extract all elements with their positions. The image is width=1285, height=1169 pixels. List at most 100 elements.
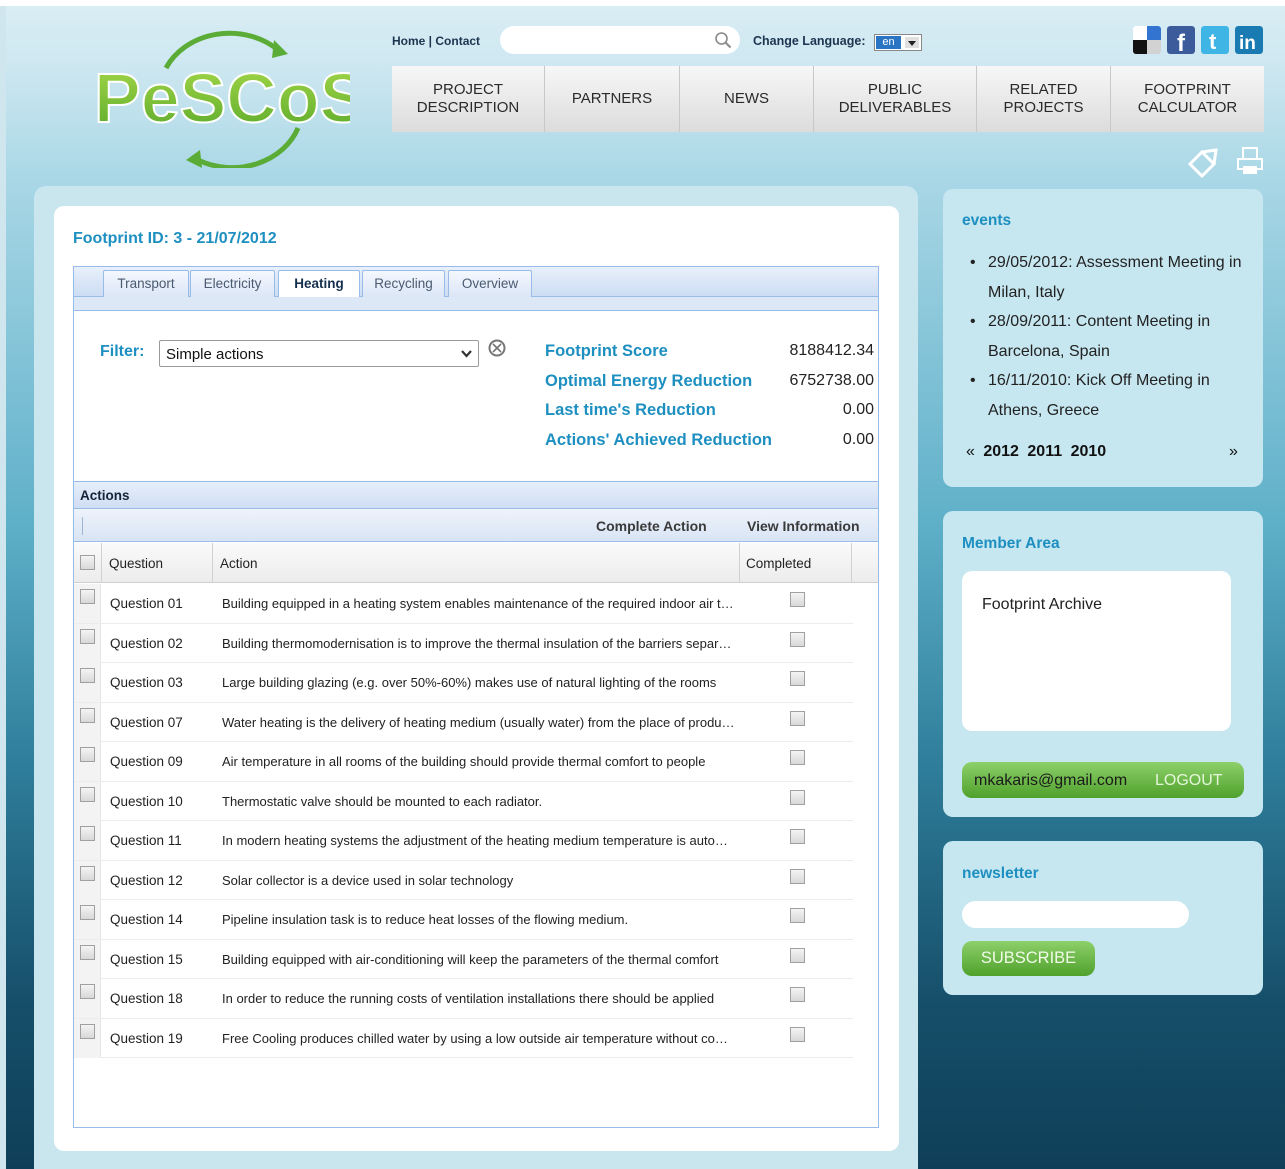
tab-overview[interactable]: Overview	[448, 270, 532, 297]
question-cell: Question 12	[110, 872, 183, 888]
completed-checkbox[interactable]	[790, 1026, 805, 1042]
column-header-completed[interactable]: Completed	[740, 543, 852, 583]
table-row[interactable]: Question 03 Large building glazing (e.g. …	[74, 663, 853, 703]
column-header-question[interactable]: Question	[102, 543, 213, 583]
delicious-icon[interactable]	[1133, 26, 1161, 54]
nav-project-description[interactable]: PROJECT DESCRIPTION	[392, 66, 545, 132]
year-2010[interactable]: 2010	[1071, 443, 1107, 460]
event-item[interactable]: 29/05/2012: Assessment Meeting in Milan,…	[970, 248, 1250, 307]
row-select-checkbox[interactable]	[80, 1023, 95, 1039]
question-cell: Question 09	[110, 754, 183, 769]
footprint-archive-link[interactable]: Footprint Archive	[982, 596, 1102, 614]
print-icon[interactable]	[1236, 146, 1264, 176]
header-select-cell	[74, 543, 102, 583]
row-select-checkbox[interactable]	[80, 628, 95, 644]
nav-public-deliverables[interactable]: PUBLIC DELIVERABLES	[814, 66, 977, 132]
linkedin-icon[interactable]: in	[1235, 26, 1263, 54]
filter-value: Simple actions	[166, 346, 264, 363]
row-select-checkbox[interactable]	[80, 589, 95, 604]
row-select-checkbox[interactable]	[80, 905, 95, 920]
nav-news[interactable]: NEWS	[680, 66, 814, 132]
chevron-down-icon[interactable]	[905, 37, 919, 48]
filter-select[interactable]: Simple actions	[159, 340, 479, 367]
prev-year-button[interactable]: «	[966, 443, 975, 460]
home-link[interactable]: Home	[392, 34, 425, 48]
nav-related-projects[interactable]: RELATED PROJECTS	[977, 66, 1111, 132]
table-row[interactable]: Question 15 Building equipped with air-co…	[74, 939, 853, 979]
completed-checkbox[interactable]	[790, 710, 805, 726]
tab-transport[interactable]: Transport	[103, 270, 189, 297]
year-2012[interactable]: 2012	[983, 443, 1019, 460]
table-row[interactable]: Question 18 In order to reduce the runnin…	[74, 979, 853, 1019]
svg-text:f: f	[1177, 30, 1186, 54]
tab-heating[interactable]: Heating	[278, 270, 360, 298]
year-pager: « 2012 2011 2010	[966, 443, 1106, 461]
language-select[interactable]: en	[874, 34, 922, 51]
search-input[interactable]	[512, 31, 712, 49]
table-row[interactable]: Question 07 Water heating is the delivery…	[74, 702, 853, 742]
question-cell: Question 01	[110, 596, 183, 611]
view-information-button[interactable]: View Information	[747, 518, 860, 534]
action-cell: Thermostatic valve should be mounted to …	[222, 793, 543, 809]
table-row[interactable]: Question 11 In modern heating systems the…	[74, 821, 853, 861]
logout-button[interactable]: LOGOUT	[1155, 772, 1223, 790]
completed-checkbox[interactable]	[790, 908, 805, 923]
event-item[interactable]: 28/09/2011: Content Meeting in Barcelona…	[970, 307, 1250, 366]
chevron-down-icon[interactable]	[458, 345, 475, 362]
stat-label-optimal-reduction: Optimal Energy Reduction	[545, 372, 753, 390]
contact-link[interactable]: Contact	[435, 34, 480, 48]
select-all-checkbox[interactable]	[80, 555, 95, 570]
search-icon[interactable]	[714, 31, 732, 49]
completed-checkbox[interactable]	[790, 671, 805, 686]
completed-checkbox[interactable]	[790, 750, 805, 765]
twitter-icon[interactable]: t	[1201, 26, 1229, 54]
user-email: mkakaris@gmail.com	[974, 772, 1128, 789]
year-2011[interactable]: 2011	[1027, 443, 1062, 460]
tab-electricity[interactable]: Electricity	[190, 270, 275, 297]
column-header-action[interactable]: Action	[213, 543, 740, 583]
row-select-checkbox[interactable]	[80, 707, 95, 723]
completed-checkbox[interactable]	[790, 987, 805, 1002]
newsletter-email-input[interactable]	[962, 901, 1189, 928]
question-cell: Question 10	[110, 793, 183, 809]
search-box[interactable]	[500, 26, 740, 54]
facebook-icon[interactable]: f	[1167, 26, 1195, 54]
event-text: 29/05/2012: Assessment Meeting in Milan,…	[988, 254, 1242, 301]
row-select-checkbox[interactable]	[80, 826, 95, 841]
tab-bar: Transport Electricity Heating Recycling …	[74, 267, 878, 298]
next-year-button[interactable]: »	[1229, 443, 1238, 461]
row-select-checkbox[interactable]	[80, 786, 95, 802]
table-row[interactable]: Question 19 Free Cooling produces chilled…	[74, 1018, 853, 1058]
nav-partners[interactable]: PARTNERS	[545, 66, 680, 132]
completed-checkbox[interactable]	[790, 631, 805, 647]
complete-action-button[interactable]: Complete Action	[596, 518, 707, 534]
refresh-icon[interactable]	[486, 338, 508, 358]
nav-footprint-calculator[interactable]: FOOTPRINT CALCULATOR	[1111, 66, 1264, 132]
stat-label-last-reduction: Last time's Reduction	[545, 401, 716, 419]
row-select-checkbox[interactable]	[80, 944, 95, 960]
member-title: Member Area	[962, 535, 1060, 552]
table-row[interactable]: Question 09 Air temperature in all rooms …	[74, 742, 853, 782]
row-select-checkbox[interactable]	[80, 747, 95, 762]
completed-checkbox[interactable]	[790, 592, 805, 607]
tab-recycling[interactable]: Recycling	[362, 270, 445, 297]
table-row[interactable]: Question 14 Pipeline insulation task is t…	[74, 900, 853, 940]
table-row[interactable]: Question 12 Solar collector is a device u…	[74, 860, 853, 900]
table-row[interactable]: Question 01 Building equipped in a heatin…	[74, 584, 853, 624]
stat-value-footprint-score: 8188412.34	[789, 342, 874, 359]
completed-checkbox[interactable]	[790, 947, 805, 963]
subscribe-button[interactable]: SUBSCRIBE	[962, 941, 1095, 976]
pescos-logo[interactable]: PeSCoS	[88, 28, 350, 168]
row-select-checkbox[interactable]	[80, 865, 95, 881]
row-select-checkbox[interactable]	[80, 984, 95, 999]
completed-checkbox[interactable]	[790, 789, 805, 805]
question-cell: Question 14	[110, 912, 183, 927]
completed-checkbox[interactable]	[790, 868, 805, 884]
event-item[interactable]: 16/11/2010: Kick Off Meeting in Athens, …	[970, 366, 1250, 425]
question-cell: Question 03	[110, 675, 183, 690]
completed-checkbox[interactable]	[790, 829, 805, 844]
row-select-checkbox[interactable]	[80, 668, 95, 683]
table-row[interactable]: Question 02 Building thermomodernisation …	[74, 623, 853, 663]
share-icon[interactable]	[1186, 146, 1220, 180]
table-row[interactable]: Question 10 Thermostatic valve should be …	[74, 781, 853, 821]
